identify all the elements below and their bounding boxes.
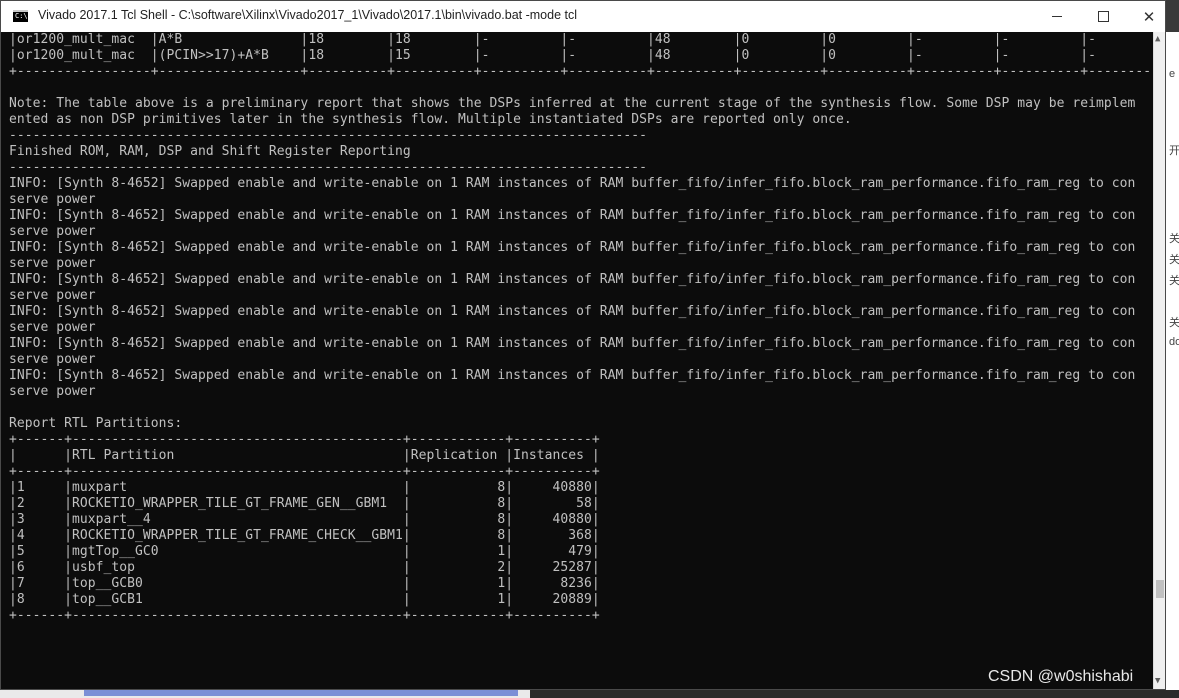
console-line: |5 |mgtTop__GC0 | 1| 479| bbox=[9, 544, 600, 559]
bg-text-fragment: do bbox=[1169, 336, 1179, 348]
console-line: Report RTL Partitions: bbox=[9, 416, 183, 431]
taskbar-segment bbox=[530, 690, 1179, 698]
console-line: Finished ROM, RAM, DSP and Shift Registe… bbox=[9, 144, 411, 159]
bg-text-fragment: 开 bbox=[1169, 145, 1179, 157]
taskbar-highlight bbox=[84, 690, 518, 696]
minimize-button[interactable] bbox=[1034, 1, 1080, 32]
maximize-icon bbox=[1097, 11, 1109, 22]
console-line: ----------------------------------------… bbox=[9, 128, 648, 143]
console-line: serve power bbox=[9, 384, 96, 399]
scrollbar-thumb[interactable] bbox=[1156, 580, 1164, 598]
title-bar[interactable]: C:\ Vivado 2017.1 Tcl Shell - C:\softwar… bbox=[1, 1, 1165, 32]
console-text: |or1200_mult_mac |A*B |18 |18 |- |- |48 … bbox=[9, 32, 1153, 624]
console-line: |8 |top__GCB1 | 1| 20889| bbox=[9, 592, 600, 607]
console-output-area[interactable]: |or1200_mult_mac |A*B |18 |18 |- |- |48 … bbox=[1, 32, 1153, 689]
console-line: serve power bbox=[9, 192, 96, 207]
bg-text-fragment: 关 bbox=[1169, 254, 1179, 266]
console-icon-label: C:\ bbox=[15, 12, 28, 20]
console-line: +-----------------+------------------+--… bbox=[9, 64, 1153, 79]
console-line: |2 |ROCKETIO_WRAPPER_TILE_GT_FRAME_GEN__… bbox=[9, 496, 600, 511]
console-line: INFO: [Synth 8-4652] Swapped enable and … bbox=[9, 176, 1136, 191]
console-line: ented as non DSP primitives later in the… bbox=[9, 112, 852, 127]
window-title: Vivado 2017.1 Tcl Shell - C:\software\Xi… bbox=[38, 8, 577, 22]
minimize-icon bbox=[1052, 16, 1062, 17]
console-line: ----------------------------------------… bbox=[9, 160, 648, 175]
console-line: serve power bbox=[9, 256, 96, 271]
console-line: INFO: [Synth 8-4652] Swapped enable and … bbox=[9, 240, 1136, 255]
bg-text-fragment: 关 bbox=[1169, 317, 1179, 329]
console-line: |3 |muxpart__4 | 8| 40880| bbox=[9, 512, 600, 527]
bg-text-fragment: 关 bbox=[1169, 233, 1179, 245]
console-line: | |RTL Partition |Replication |Instances… bbox=[9, 448, 600, 463]
maximize-button[interactable] bbox=[1080, 1, 1126, 32]
console-line: Note: The table above is a preliminary r… bbox=[9, 96, 1136, 111]
close-icon: ✕ bbox=[1142, 7, 1156, 26]
console-line: INFO: [Synth 8-4652] Swapped enable and … bbox=[9, 272, 1136, 287]
scroll-up-arrow-icon[interactable]: ▲ bbox=[1155, 34, 1160, 44]
bg-text-fragment: 关 bbox=[1169, 275, 1179, 287]
console-line: serve power bbox=[9, 288, 96, 303]
bg-text-fragment: e bbox=[1169, 68, 1176, 80]
console-line: |or1200_mult_mac |A*B |18 |18 |- |- |48 … bbox=[9, 32, 1096, 47]
console-line: serve power bbox=[9, 320, 96, 335]
console-app-icon[interactable]: C:\ bbox=[13, 10, 28, 22]
console-line: INFO: [Synth 8-4652] Swapped enable and … bbox=[9, 208, 1136, 223]
close-button[interactable]: ✕ bbox=[1126, 1, 1172, 32]
console-line: +------+--------------------------------… bbox=[9, 464, 600, 479]
console-line: +------+--------------------------------… bbox=[9, 432, 600, 447]
console-line: |or1200_mult_mac |(PCIN>>17)+A*B |18 |15… bbox=[9, 48, 1096, 63]
scroll-down-arrow-icon[interactable]: ▼ bbox=[1155, 676, 1160, 686]
vertical-scrollbar[interactable]: ▲ ▼ bbox=[1153, 32, 1165, 689]
console-line: INFO: [Synth 8-4652] Swapped enable and … bbox=[9, 368, 1136, 383]
console-line: |6 |usbf_top | 2| 25287| bbox=[9, 560, 600, 575]
taskbar-strip bbox=[0, 690, 1179, 698]
background-window: e 开 关 关 关 关 do bbox=[1166, 32, 1179, 698]
console-line: |4 |ROCKETIO_WRAPPER_TILE_GT_FRAME_CHECK… bbox=[9, 528, 600, 543]
console-line: |7 |top__GCB0 | 1| 8236| bbox=[9, 576, 600, 591]
watermark: CSDN @w0shishabi bbox=[988, 668, 1134, 685]
console-line: INFO: [Synth 8-4652] Swapped enable and … bbox=[9, 304, 1136, 319]
console-line: INFO: [Synth 8-4652] Swapped enable and … bbox=[9, 336, 1136, 351]
console-line: |1 |muxpart | 8| 40880| bbox=[9, 480, 600, 495]
console-line: serve power bbox=[9, 352, 96, 367]
console-line: serve power bbox=[9, 224, 96, 239]
tcl-shell-window[interactable]: C:\ Vivado 2017.1 Tcl Shell - C:\softwar… bbox=[0, 0, 1166, 690]
console-line: +------+--------------------------------… bbox=[9, 608, 600, 623]
